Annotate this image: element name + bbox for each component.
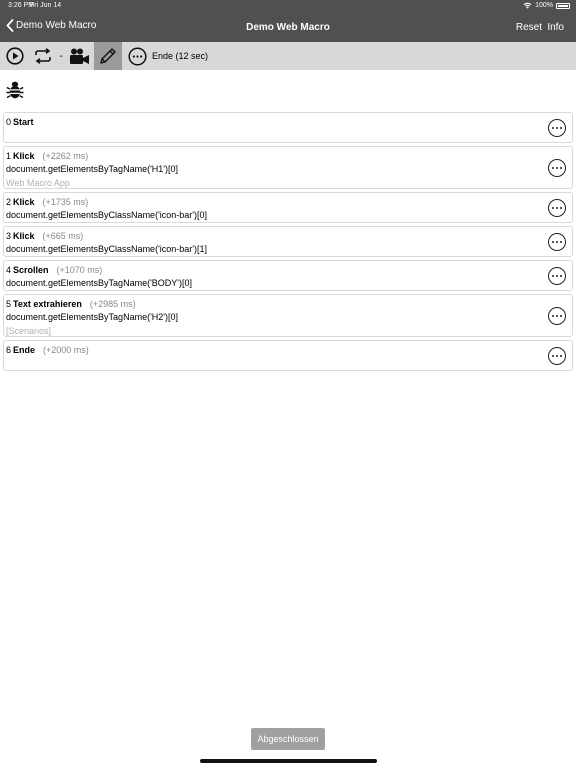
status-right: 100% — [523, 2, 570, 9]
step-row[interactable]: 6 Ende (+2000 ms) — [3, 340, 573, 371]
step-delay: (+665 ms) — [42, 231, 84, 241]
repeat-button[interactable] — [32, 42, 54, 70]
bug-icon[interactable] — [6, 80, 24, 100]
step-name: Start — [13, 117, 34, 127]
more-icon — [552, 167, 554, 169]
more-icon — [552, 355, 554, 357]
more-icon — [552, 241, 554, 243]
video-camera-icon — [69, 48, 89, 64]
step-row[interactable]: 0 Start — [3, 112, 573, 143]
status-date: Fri Jun 14 — [30, 2, 62, 9]
info-button[interactable]: Info — [547, 22, 564, 33]
step-row[interactable]: 2 Klick (+1735 ms) document.getElementsByC… — [3, 192, 573, 223]
step-more-button[interactable] — [548, 347, 566, 365]
more-icon — [552, 207, 554, 209]
step-more-button[interactable] — [548, 119, 566, 137]
step-note: [Scenarios] — [6, 326, 52, 336]
run-status: Ende (12 sec) — [152, 51, 209, 61]
step-row[interactable]: 3 Klick (+665 ms) document.getElementsByCl… — [3, 226, 573, 257]
step-more-button[interactable] — [548, 199, 566, 217]
edit-button[interactable] — [94, 42, 122, 70]
step-delay: (+2262 ms) — [42, 151, 89, 161]
pencil-icon — [100, 48, 116, 64]
step-selector: document.getElementsByClassName('icon-ba… — [6, 210, 208, 220]
status-bar: 3:26 PM Fri Jun 14 100% — [0, 0, 576, 12]
repeat-count: - — [59, 50, 63, 62]
step-selector: document.getElementsByTagName('H2')[0] — [6, 312, 179, 322]
step-number: 4 — [6, 265, 12, 275]
more-circle-icon — [127, 46, 147, 66]
step-row[interactable]: 5 Text extrahieren (+2985 ms) document.get… — [3, 294, 573, 337]
more-icon — [552, 127, 554, 129]
step-header: 4 Scrollen (+1070 ms) — [4, 261, 572, 276]
toolbar: - Ende (12 sec) — [0, 42, 576, 70]
step-header: 2 Klick (+1735 ms) — [4, 193, 572, 208]
wifi-icon — [523, 2, 532, 9]
more-icon — [552, 275, 554, 277]
step-selector: document.getElementsByTagName('H1')[0] — [6, 164, 179, 174]
step-delay: (+2985 ms) — [89, 299, 136, 309]
back-button[interactable]: Demo Web Macro — [6, 19, 96, 32]
chevron-left-icon — [6, 19, 14, 32]
repeat-icon — [35, 48, 51, 64]
step-note: Web Macro App — [6, 178, 70, 188]
step-name: Klick — [13, 151, 35, 161]
navigation-bar: Demo Web Macro Demo Web Macro Reset Info — [0, 12, 576, 42]
step-number: 5 — [6, 299, 12, 309]
step-delay: (+1735 ms) — [42, 197, 89, 207]
toolbar-more-button[interactable] — [127, 42, 147, 70]
play-circle-icon — [6, 47, 24, 65]
step-name: Text extrahieren — [13, 299, 82, 309]
step-selector: document.getElementsByClassName('icon-ba… — [6, 244, 208, 254]
step-more-button[interactable] — [548, 159, 566, 177]
step-selector: document.getElementsByTagName('BODY')[0] — [6, 278, 193, 288]
step-header: 6 Ende (+2000 ms) — [4, 341, 572, 356]
step-name: Klick — [13, 231, 35, 241]
step-name: Ende — [13, 345, 36, 355]
home-indicator — [200, 759, 377, 763]
step-more-button[interactable] — [548, 233, 566, 251]
step-header: 5 Text extrahieren (+2985 ms) — [4, 295, 572, 310]
more-icon — [552, 315, 554, 317]
step-delay: (+1070 ms) — [56, 265, 103, 275]
step-number: 0 — [6, 117, 12, 127]
step-more-button[interactable] — [548, 267, 566, 285]
step-number: 1 — [6, 151, 12, 161]
step-list: 0 Start 1 Klick (+2262 ms) document.getElem… — [3, 112, 573, 374]
step-name: Klick — [13, 197, 35, 207]
step-name: Scrollen — [13, 265, 49, 275]
battery-percent: 100% — [535, 2, 553, 9]
step-row[interactable]: 4 Scrollen (+1070 ms) document.getElements… — [3, 260, 573, 291]
back-button-label: Demo Web Macro — [16, 20, 97, 31]
step-number: 2 — [6, 197, 12, 207]
step-number: 3 — [6, 231, 12, 241]
finished-button[interactable]: Abgeschlossen — [251, 728, 325, 750]
step-more-button[interactable] — [548, 307, 566, 325]
record-button[interactable] — [68, 42, 90, 70]
reset-button[interactable]: Reset — [516, 22, 542, 33]
step-header: 0 Start — [4, 113, 572, 128]
play-button[interactable] — [4, 42, 26, 70]
step-header: 3 Klick (+665 ms) — [4, 227, 572, 242]
battery-icon — [556, 2, 570, 9]
step-delay: (+2000 ms) — [43, 345, 89, 355]
step-header: 1 Klick (+2262 ms) — [4, 147, 572, 162]
step-number: 6 — [6, 345, 12, 355]
step-row[interactable]: 1 Klick (+2262 ms) document.getElementsByT… — [3, 146, 573, 189]
